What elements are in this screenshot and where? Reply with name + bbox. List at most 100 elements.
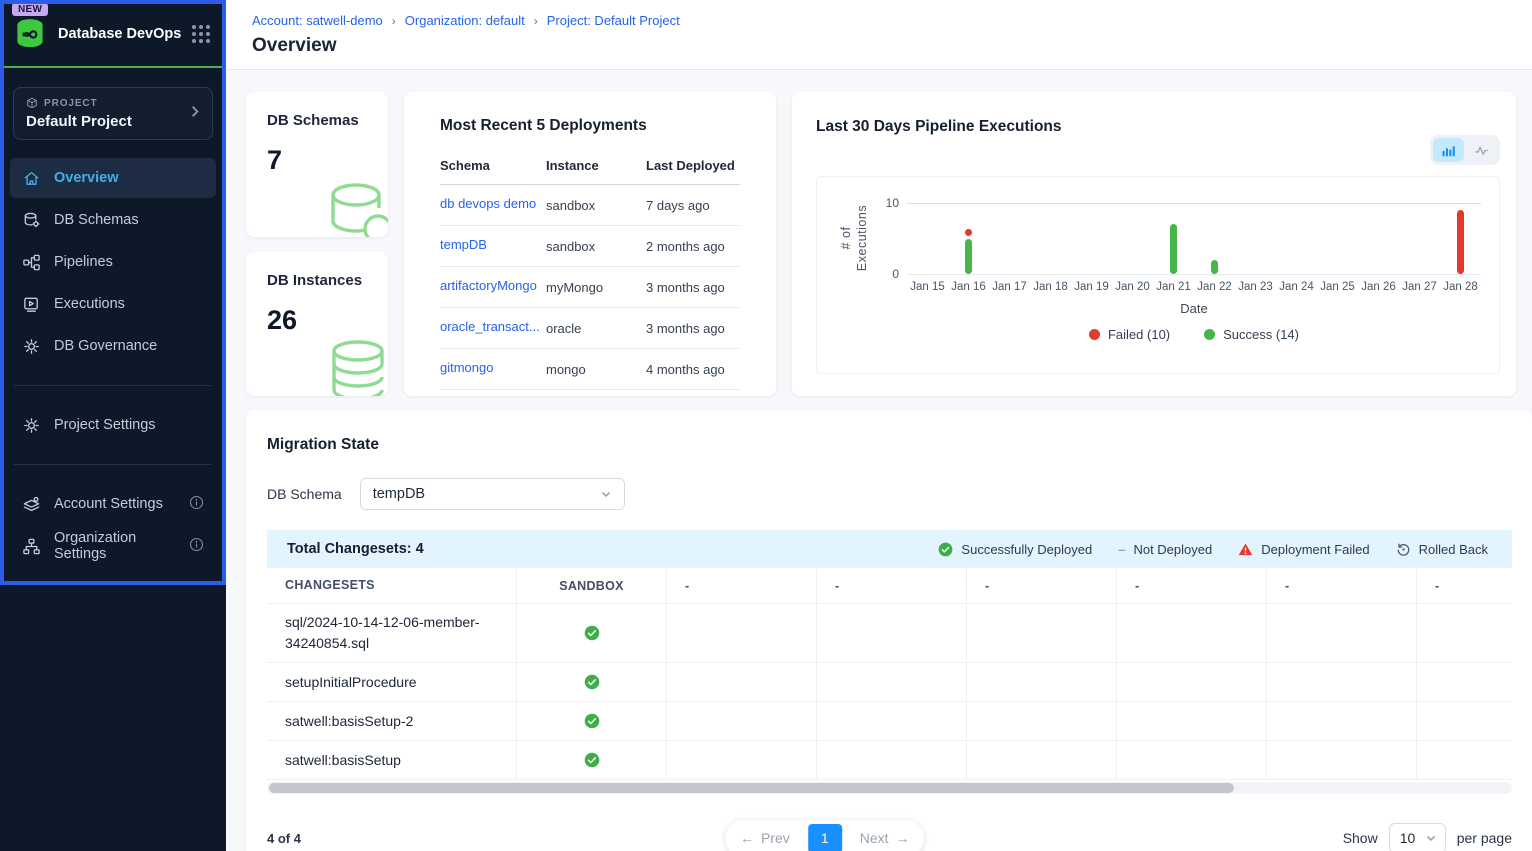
table-row: oracle_transact...oracle3 months ago (440, 308, 740, 349)
success-bar (1170, 224, 1177, 274)
sidebar-divider (14, 385, 212, 386)
schema-cell: gitmongo (440, 349, 546, 390)
db-schema-select[interactable]: tempDB (360, 478, 625, 510)
pipeline-executions-card: Last 30 Days Pipeline Executions # ofExe… (792, 92, 1516, 396)
y-axis-label-text: # ofExecutions (838, 205, 871, 271)
check-circle-icon (584, 752, 600, 768)
sidebar: NEW Database DevOps PROJECT Default Proj… (0, 0, 226, 851)
next-page-button[interactable]: Next → (850, 830, 920, 846)
info-icon[interactable] (189, 537, 204, 556)
instance-cell: oracle (546, 308, 646, 349)
info-icon[interactable] (189, 495, 204, 514)
cube-icon (26, 97, 38, 109)
legend-dot (1204, 329, 1215, 340)
changeset-cell: setupInitialProcedure (267, 663, 517, 701)
db-schema-selected-value: tempDB (373, 486, 425, 502)
pipeline-icon (22, 253, 41, 272)
legend-item: Failed (10) (1089, 327, 1170, 342)
pagination: ← Prev 1 Next → (725, 820, 925, 851)
breadcrumb-link[interactable]: Account: satwell-demo (252, 13, 383, 28)
legend-item: Rolled Back (1396, 542, 1488, 557)
sidebar-item-organization-settings[interactable]: Organization Settings (10, 526, 216, 566)
status-cell (1117, 604, 1267, 662)
layers-gear-icon (22, 495, 41, 514)
migration-table: CHANGESETSSANDBOX------sql/2024-10-14-12… (267, 568, 1512, 780)
horizontal-scrollbar (267, 782, 1512, 794)
database-icon (22, 211, 41, 230)
column-header: - (967, 568, 1117, 603)
chevron-right-icon (188, 104, 202, 123)
schema-link[interactable]: db devops demo (440, 196, 536, 211)
last-deployed-cell: 7 days ago (646, 185, 740, 226)
status-cell (1117, 702, 1267, 740)
page-number-button[interactable]: 1 (808, 824, 842, 851)
status-cell (817, 741, 967, 779)
success-bar (1211, 260, 1218, 274)
line-chart-toggle[interactable] (1466, 138, 1497, 162)
db-schema-label: DB Schema (267, 486, 342, 502)
status-cell (817, 663, 967, 701)
gear-icon (22, 416, 41, 435)
page-size-select[interactable]: 10 (1389, 823, 1446, 851)
breadcrumb-link[interactable]: Organization: default (405, 13, 525, 28)
legend-item: Success (14) (1204, 327, 1299, 342)
sandbox-status-cell (517, 702, 667, 740)
instance-cell: sandbox (546, 185, 646, 226)
app-logo-icon (12, 16, 48, 52)
sidebar-item-project-settings[interactable]: Project Settings (10, 405, 216, 445)
project-label: PROJECT (26, 97, 200, 109)
status-legend: Successfully Deployed–Not DeployedDeploy… (938, 542, 1488, 557)
chevron-down-icon (600, 488, 612, 500)
status-cell (817, 702, 967, 740)
section-title: Migration State (267, 436, 1512, 454)
bar-chart-icon (1441, 143, 1456, 158)
stat-value: 7 (267, 145, 388, 176)
legend-dot (1089, 329, 1100, 340)
executions-chart: # ofExecutions100Jan 15Jan 16Jan 17Jan 1… (816, 176, 1500, 374)
sandbox-status-cell (517, 741, 667, 779)
column-header: Instance (546, 150, 646, 185)
sidebar-item-db-governance[interactable]: DB Governance (10, 326, 216, 366)
status-cell (1267, 741, 1417, 779)
schema-link[interactable]: gitmongo (440, 360, 493, 375)
x-tick-label: Jan 28 (1440, 281, 1482, 293)
sidebar-nav-secondary: Project Settings (0, 405, 226, 445)
x-tick-label: Jan 23 (1235, 281, 1277, 293)
stat-value: 26 (267, 305, 388, 336)
home-icon (22, 169, 41, 188)
sidebar-item-overview[interactable]: Overview (10, 158, 216, 198)
x-tick-label: Jan 18 (1030, 281, 1072, 293)
stat-title: DB Schemas (267, 112, 388, 129)
x-tick-label: Jan 24 (1276, 281, 1318, 293)
dash-icon: – (1118, 542, 1125, 557)
scrollbar-thumb[interactable] (269, 783, 1234, 793)
breadcrumb-link[interactable]: Project: Default Project (547, 13, 680, 28)
column-header: Last Deployed (646, 150, 740, 185)
prev-page-button[interactable]: ← Prev (730, 830, 800, 846)
legend-label: Failed (10) (1108, 327, 1170, 342)
app-root: NEW Database DevOps PROJECT Default Proj… (0, 0, 1532, 851)
x-tick-label: Jan 26 (1358, 281, 1400, 293)
legend-label: Success (14) (1223, 327, 1299, 342)
schema-cell: tempDB (440, 226, 546, 267)
sidebar-item-db-schemas[interactable]: DB Schemas (10, 200, 216, 240)
column-header: - (667, 568, 817, 603)
db-instances-card: DB Instances 26 (246, 252, 388, 397)
sidebar-item-pipelines[interactable]: Pipelines (10, 242, 216, 282)
last-deployed-cell: 2 months ago (646, 226, 740, 267)
project-selector[interactable]: PROJECT Default Project (13, 87, 213, 140)
schema-link[interactable]: artifactoryMongo (440, 278, 537, 293)
bar-chart-toggle[interactable] (1433, 138, 1464, 162)
apps-grid-icon[interactable] (192, 25, 210, 43)
changeset-cell: satwell:basisSetup (267, 741, 517, 779)
sidebar-item-executions[interactable]: Executions (10, 284, 216, 324)
show-label: Show (1343, 830, 1378, 846)
sidebar-divider (14, 464, 212, 465)
column-header: - (1267, 568, 1417, 603)
schema-link[interactable]: oracle_transact... (440, 319, 540, 334)
table-row: satwell:basisSetup-2 (267, 702, 1512, 741)
sidebar-item-account-settings[interactable]: Account Settings (10, 484, 216, 524)
status-cell (1267, 702, 1417, 740)
schema-link[interactable]: tempDB (440, 237, 487, 252)
column-header: - (817, 568, 967, 603)
